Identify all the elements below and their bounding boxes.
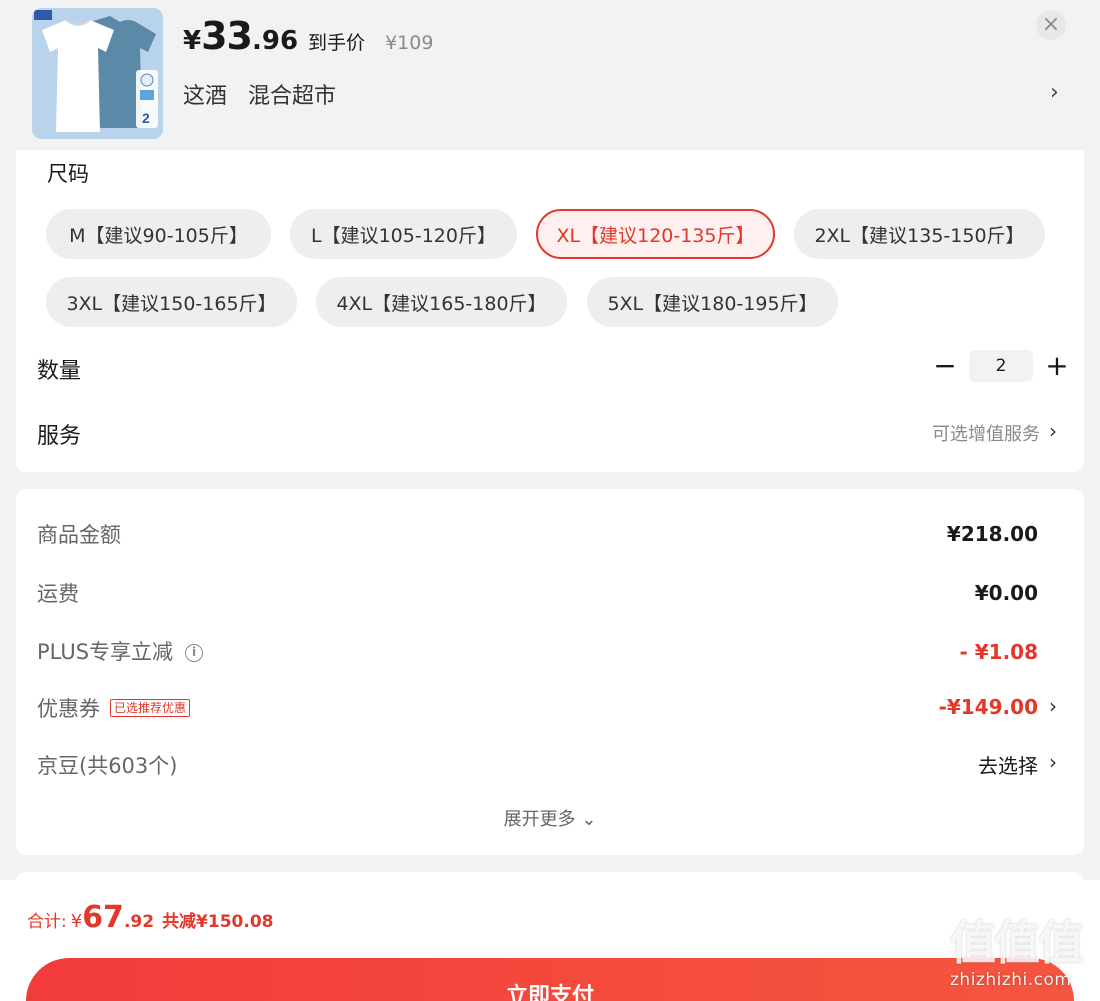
chevron-right-icon[interactable]: › xyxy=(1049,419,1057,443)
plus-icon[interactable]: + xyxy=(1043,352,1071,380)
chevron-right-icon[interactable]: › xyxy=(1050,80,1059,105)
service-hint[interactable]: 可选增值服务 xyxy=(932,420,1040,446)
chevron-right-icon[interactable]: › xyxy=(1049,750,1057,774)
size-chip-3xl[interactable]: 3XL【建议150-165斤】 xyxy=(46,277,297,327)
close-icon[interactable]: × xyxy=(1036,10,1066,40)
total-label: 合计: xyxy=(27,912,67,932)
tshirt-image: 2 xyxy=(32,8,163,139)
pay-now-button[interactable]: 立即支付 xyxy=(26,958,1074,1001)
price-summary-card: 商品金额 ¥218.00 运费 ¥0.00 PLUS专享立减 i - ¥1.08 … xyxy=(16,489,1084,855)
coupon-value[interactable]: -¥149.00 xyxy=(939,695,1038,719)
jd-beans-select[interactable]: 去选择 xyxy=(978,750,1038,779)
product-header: 2 ¥ 33 .96 到手价 ¥109 这酒 混合超市 › × xyxy=(0,0,1100,158)
spec-card: 尺码 M【建议90-105斤】 L【建议105-120斤】 XL【建议120-1… xyxy=(16,150,1084,472)
size-chip-4xl[interactable]: 4XL【建议165-180斤】 xyxy=(316,277,567,327)
svg-text:2: 2 xyxy=(142,110,150,126)
goods-amount-label: 商品金额 xyxy=(37,523,121,547)
total-saving: 共减¥150.08 xyxy=(162,912,274,932)
plus-discount-label: PLUS专享立减 xyxy=(37,640,174,664)
size-chip-m[interactable]: M【建议90-105斤】 xyxy=(46,209,271,259)
shipping-label: 运费 xyxy=(37,582,79,606)
price-decimal: .96 xyxy=(251,26,299,56)
total-integer: 67 xyxy=(82,900,124,935)
selected-variant[interactable]: 这酒 混合超市 xyxy=(183,78,350,110)
total-row: 合计: ¥ 67 .92 共减¥150.08 xyxy=(27,900,274,935)
expand-more-link[interactable]: 展开更多 ⌄ xyxy=(16,805,1084,831)
plus-discount-value: - ¥1.08 xyxy=(959,640,1038,664)
size-title: 尺码 xyxy=(47,162,89,186)
watermark-logo: 值值值 xyxy=(950,916,1084,970)
shipping-value: ¥0.00 xyxy=(974,581,1038,605)
variant-type: 混合超市 xyxy=(248,84,337,109)
original-price: ¥109 xyxy=(385,32,434,54)
jd-beans-label: 京豆(共603个) xyxy=(37,754,178,778)
coupon-badge: 已选推荐优惠 xyxy=(110,699,191,717)
final-price-tag: 到手价 xyxy=(308,32,366,54)
product-thumbnail[interactable]: 2 xyxy=(32,8,163,139)
plus-discount-row: PLUS专享立减 i xyxy=(37,636,204,666)
watermark-domain: zhizhizhi.com xyxy=(950,970,1072,990)
size-chip-xl[interactable]: XL【建议120-135斤】 xyxy=(536,209,775,259)
goods-amount-value: ¥218.00 xyxy=(946,522,1038,546)
size-chip-2xl[interactable]: 2XL【建议135-150斤】 xyxy=(794,209,1045,259)
variant-color: 这酒 xyxy=(183,84,228,109)
coupon-label: 优惠券 xyxy=(37,697,100,721)
size-chip-l[interactable]: L【建议105-120斤】 xyxy=(290,209,517,259)
info-icon[interactable]: i xyxy=(185,644,204,662)
site-watermark: 值值值 zhizhizhi.com xyxy=(950,916,1095,998)
chevron-right-icon[interactable]: › xyxy=(1049,694,1057,718)
quantity-label: 数量 xyxy=(37,359,82,384)
quantity-stepper: − 2 + xyxy=(931,350,1071,382)
quantity-value[interactable]: 2 xyxy=(969,350,1033,382)
total-currency: ¥ xyxy=(70,911,83,932)
price-currency: ¥ xyxy=(183,26,202,56)
service-label: 服务 xyxy=(37,424,82,449)
checkout-bar: 合计: ¥ 67 .92 共减¥150.08 立即支付 xyxy=(0,880,1100,1001)
minus-icon[interactable]: − xyxy=(931,352,959,380)
price-integer: 33 xyxy=(201,14,253,58)
price-row: ¥ 33 .96 到手价 ¥109 xyxy=(183,14,433,58)
coupon-row[interactable]: 优惠券 已选推荐优惠 xyxy=(37,693,191,723)
size-chip-5xl[interactable]: 5XL【建议180-195斤】 xyxy=(587,277,838,327)
total-decimal: .92 xyxy=(123,912,155,932)
